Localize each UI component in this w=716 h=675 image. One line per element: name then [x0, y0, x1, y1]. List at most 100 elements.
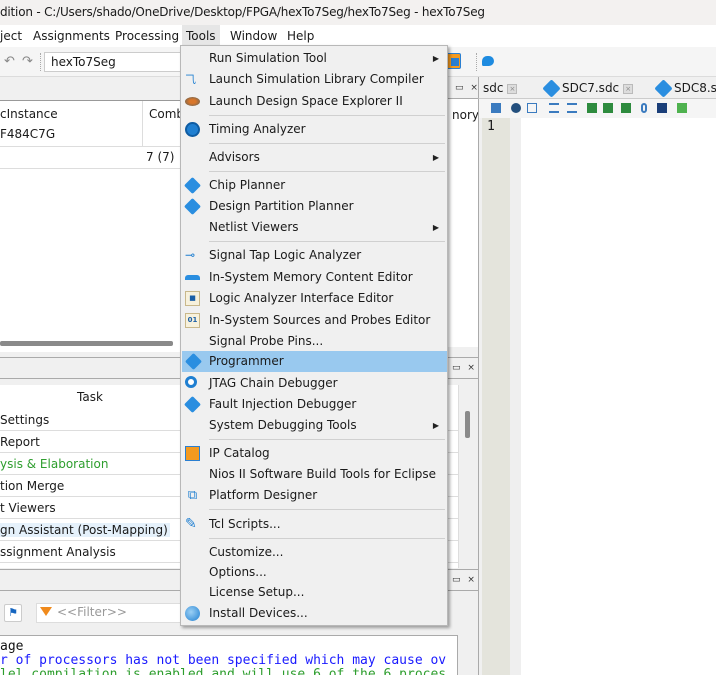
scrollbar-thumb[interactable]	[465, 411, 470, 438]
menu-item-platform-designer[interactable]: ⧉ Platform Designer	[181, 485, 447, 506]
toolbar-separator	[476, 53, 477, 71]
menu-label: Run Simulation Tool	[209, 51, 327, 65]
sources-probes-icon: 01	[185, 313, 200, 328]
attach-icon[interactable]	[641, 103, 647, 113]
next-bookmark-icon[interactable]	[603, 103, 613, 113]
float-close-icon[interactable]: ▭ ×	[455, 83, 480, 93]
menu-label: Timing Analyzer	[209, 122, 306, 136]
menu-item-signal-probe-pins[interactable]: Signal Probe Pins...	[181, 331, 447, 352]
abc-file-icon	[542, 79, 561, 98]
tab-sdc7[interactable]: SDC7.sdc ×	[542, 77, 634, 99]
tab-close-icon[interactable]: ×	[507, 83, 518, 94]
task-column-header[interactable]: Task	[0, 385, 180, 409]
menu-project[interactable]: ject	[0, 25, 22, 47]
menu-item-fault-injection-debugger[interactable]: Fault Injection Debugger	[181, 394, 447, 415]
menu-assignments[interactable]: Assignments	[33, 25, 110, 47]
menu-label: Platform Designer	[209, 488, 318, 502]
menu-tools[interactable]: Tools	[182, 25, 220, 47]
goto-icon[interactable]	[527, 103, 537, 113]
menu-processing[interactable]: Processing	[115, 25, 179, 47]
menu-item-customize[interactable]: Customize...	[181, 542, 447, 563]
check-icon[interactable]	[677, 103, 687, 113]
menu-item-chip-planner[interactable]: Chip Planner	[181, 175, 447, 196]
menu-label: IP Catalog	[209, 446, 270, 460]
tab-label: SDC8.s	[674, 81, 716, 95]
undo-icon[interactable]: ↶	[4, 54, 15, 69]
filter-placeholder: <<Filter>>	[57, 605, 127, 619]
task-label: Settings	[0, 413, 50, 427]
tab-sdc[interactable]: sdc ×	[483, 77, 518, 99]
comb-value: 7 (7)	[146, 150, 175, 164]
find-icon[interactable]	[511, 103, 521, 113]
design-space-explorer-icon	[185, 97, 200, 106]
comb-column-header: Comb	[143, 101, 180, 147]
messages-scrollbar[interactable]	[458, 635, 478, 675]
menu-item-jtag-chain-debugger[interactable]: JTAG Chain Debugger	[181, 373, 447, 394]
menu-item-timing-analyzer[interactable]: Timing Analyzer	[181, 119, 447, 140]
menu-label: Options...	[209, 565, 267, 579]
menu-separator	[209, 509, 445, 510]
menu-label: Fault Injection Debugger	[209, 397, 357, 411]
menu-item-install-devices[interactable]: Install Devices...	[181, 603, 447, 624]
design-partition-planner-icon	[184, 198, 201, 215]
menu-label: Install Devices...	[209, 606, 308, 620]
menu-label: JTAG Chain Debugger	[209, 376, 338, 390]
indent-icon[interactable]	[549, 103, 559, 113]
menu-window[interactable]: Window	[230, 25, 277, 47]
message-line[interactable]: lel compilation is enabled and will use …	[0, 668, 446, 675]
menu-item-design-partition-planner[interactable]: Design Partition Planner	[181, 196, 447, 217]
menu-item-nios-ii-sbt[interactable]: Nios II Software Build Tools for Eclipse	[181, 464, 447, 485]
menu-item-memory-content-editor[interactable]: In-System Memory Content Editor	[181, 267, 447, 288]
chat-bubble-icon[interactable]	[482, 56, 494, 66]
window-title: dition - C:/Users/shado/OneDrive/Desktop…	[0, 0, 716, 25]
tab-sdc8[interactable]: SDC8.s	[654, 77, 716, 99]
task-label: tion Merge	[0, 479, 65, 493]
menu-item-ip-catalog[interactable]: IP Catalog	[181, 443, 447, 464]
tab-close-icon[interactable]: ×	[623, 83, 634, 94]
entity-column-header: cInstance	[0, 107, 58, 121]
menu-item-programmer[interactable]: Programmer	[182, 351, 447, 372]
menu-label: Customize...	[209, 545, 284, 559]
menu-item-license-setup[interactable]: License Setup...	[181, 582, 447, 603]
editor-text-area[interactable]	[521, 118, 716, 675]
task-label: ysis & Elaboration	[0, 457, 109, 471]
menu-item-sources-probes-editor[interactable]: 01 In-System Sources and Probes Editor	[181, 310, 447, 331]
save-icon[interactable]	[491, 103, 501, 113]
menu-item-netlist-viewers[interactable]: Netlist Viewers ▶	[181, 217, 447, 238]
table-row[interactable]: 7 (7)	[0, 147, 180, 169]
bookmark-icon[interactable]	[587, 103, 597, 113]
block-icon[interactable]	[657, 103, 667, 113]
project-combo[interactable]: hexTo7Seg	[44, 52, 184, 72]
submenu-arrow-icon: ▶	[432, 223, 439, 232]
task-label: gn Assistant (Post-Mapping)	[0, 523, 170, 537]
menu-item-launch-design-space-explorer[interactable]: Launch Design Space Explorer II	[181, 91, 447, 112]
menu-item-options[interactable]: Options...	[181, 562, 447, 583]
ip-catalog-icon	[185, 446, 200, 461]
menu-item-logic-analyzer-interface[interactable]: ■ Logic Analyzer Interface Editor	[181, 288, 447, 309]
tcl-scripts-icon: ✎	[185, 516, 197, 532]
programmer-icon	[185, 353, 202, 370]
jtag-debugger-icon	[185, 376, 197, 388]
menu-item-launch-simulation-library-compiler[interactable]: ⺄ Launch Simulation Library Compiler	[181, 69, 447, 90]
horizontal-scrollbar[interactable]	[0, 341, 173, 346]
editor-tabs: sdc × SDC7.sdc × SDC8.s	[478, 77, 716, 99]
redo-icon[interactable]: ↷	[22, 54, 33, 69]
editor-toolbar	[478, 99, 716, 118]
tab-label: sdc	[483, 81, 504, 95]
float-close-icon[interactable]: ▭ ×	[452, 575, 477, 585]
memory-column-header: nory	[452, 108, 479, 122]
message-line[interactable]: r of processors has not been specified w…	[0, 654, 446, 668]
menu-item-signal-tap[interactable]: ⊸ Signal Tap Logic Analyzer	[181, 245, 447, 266]
flag-icon[interactable]: ⚑	[4, 604, 22, 622]
prev-bookmark-icon[interactable]	[621, 103, 631, 113]
float-close-icon[interactable]: ▭ ×	[452, 363, 477, 373]
menu-item-run-simulation-tool[interactable]: Run Simulation Tool ▶	[181, 48, 447, 69]
menu-bar: ject Assignments Processing Tools Window…	[0, 25, 716, 47]
menu-item-tcl-scripts[interactable]: ✎ Tcl Scripts...	[181, 514, 447, 535]
menu-item-advisors[interactable]: Advisors ▶	[181, 147, 447, 168]
unindent-icon[interactable]	[567, 103, 577, 113]
menu-label: Signal Tap Logic Analyzer	[209, 248, 362, 262]
menu-help[interactable]: Help	[287, 25, 314, 47]
menu-label: License Setup...	[209, 585, 305, 599]
menu-item-system-debugging-tools[interactable]: System Debugging Tools ▶	[181, 415, 447, 436]
